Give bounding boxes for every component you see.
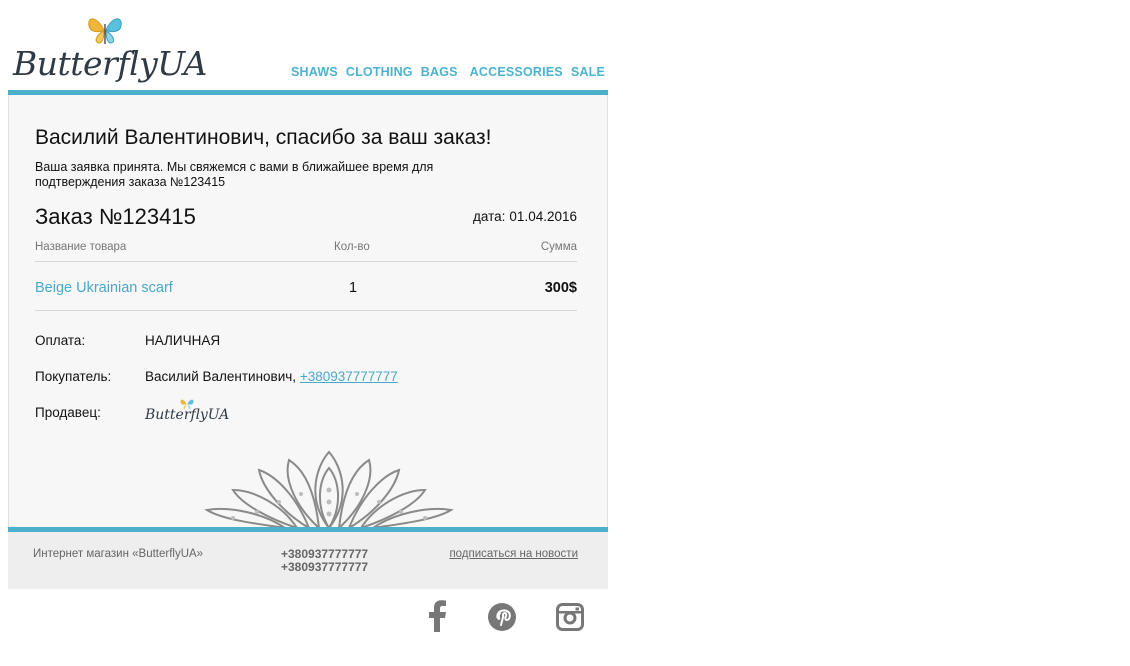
brand-logo[interactable]: ButterflyUA: [13, 14, 207, 86]
buyer-value: Василий Валентинович, +380937777777: [145, 369, 398, 384]
order-panel: Василий Валентинович, спасибо за ваш зак…: [8, 95, 608, 527]
nav-shaws[interactable]: SHAWS: [291, 65, 338, 79]
payment-label: Оплата:: [35, 333, 86, 348]
header: ButterflyUA SHAWS CLOTHING BAGS ACCESSOR…: [8, 0, 608, 90]
footer-phone-2[interactable]: +380937777777: [281, 561, 368, 574]
footer-phones: +380937777777 +380937777777: [281, 548, 368, 574]
product-qty: 1: [349, 280, 358, 296]
order-number: Заказ №123415: [35, 204, 196, 229]
table-header: Название товара Кол-во Сумма: [35, 239, 577, 262]
brand-wordmark: ButterflyUA: [13, 44, 207, 83]
col-name-header: Название товара: [35, 241, 127, 253]
social-links: [420, 600, 590, 636]
order-date-value: 01.04.2016: [509, 209, 577, 224]
mandala-ornament: [204, 450, 454, 527]
nav-bags[interactable]: BAGS: [421, 65, 458, 79]
product-link[interactable]: Beige Ukrainian scarf: [35, 280, 173, 296]
seller-label: Продавец:: [35, 405, 101, 420]
footer-shop-name: Интернет магазин «ButterflyUA»: [33, 548, 204, 560]
col-sum-header: Сумма: [540, 241, 577, 253]
nav-sale[interactable]: SALE: [571, 65, 605, 79]
top-nav: SHAWS CLOTHING BAGS ACCESSORIES SALE: [291, 65, 605, 79]
seller-wordmark: ButterflyUA: [145, 407, 230, 423]
buyer-name: Василий Валентинович,: [145, 369, 297, 384]
buyer-phone-link[interactable]: +380937777777: [300, 369, 398, 384]
nav-clothing[interactable]: CLOTHING: [346, 65, 413, 79]
confirmation-text: Ваша заявка принята. Мы свяжемся с вами …: [35, 160, 434, 189]
col-qty-header: Кол-во: [334, 241, 370, 253]
facebook-icon[interactable]: [426, 600, 448, 632]
payment-value: НАЛИЧНАЯ: [145, 333, 221, 348]
table-row: Beige Ukrainian scarf 1 300$: [35, 263, 577, 311]
instagram-icon[interactable]: [556, 603, 584, 631]
footer: Интернет магазин «ButterflyUA» +38093777…: [8, 532, 608, 589]
nav-accessories[interactable]: ACCESSORIES: [470, 65, 563, 79]
subscribe-link[interactable]: подписаться на новости: [449, 548, 578, 560]
pinterest-icon[interactable]: [488, 603, 516, 631]
thank-you-title: Василий Валентинович, спасибо за ваш зак…: [35, 126, 492, 149]
product-sum: 300$: [544, 280, 577, 296]
butterfly-icon: [88, 18, 122, 44]
order-date-label: дата:: [473, 209, 506, 224]
email-container: ButterflyUA SHAWS CLOTHING BAGS ACCESSOR…: [8, 0, 608, 589]
seller-logo: ButterflyUA: [145, 397, 229, 433]
buyer-label: Покупатель:: [35, 369, 112, 384]
order-date: дата: 01.04.2016: [473, 209, 577, 224]
